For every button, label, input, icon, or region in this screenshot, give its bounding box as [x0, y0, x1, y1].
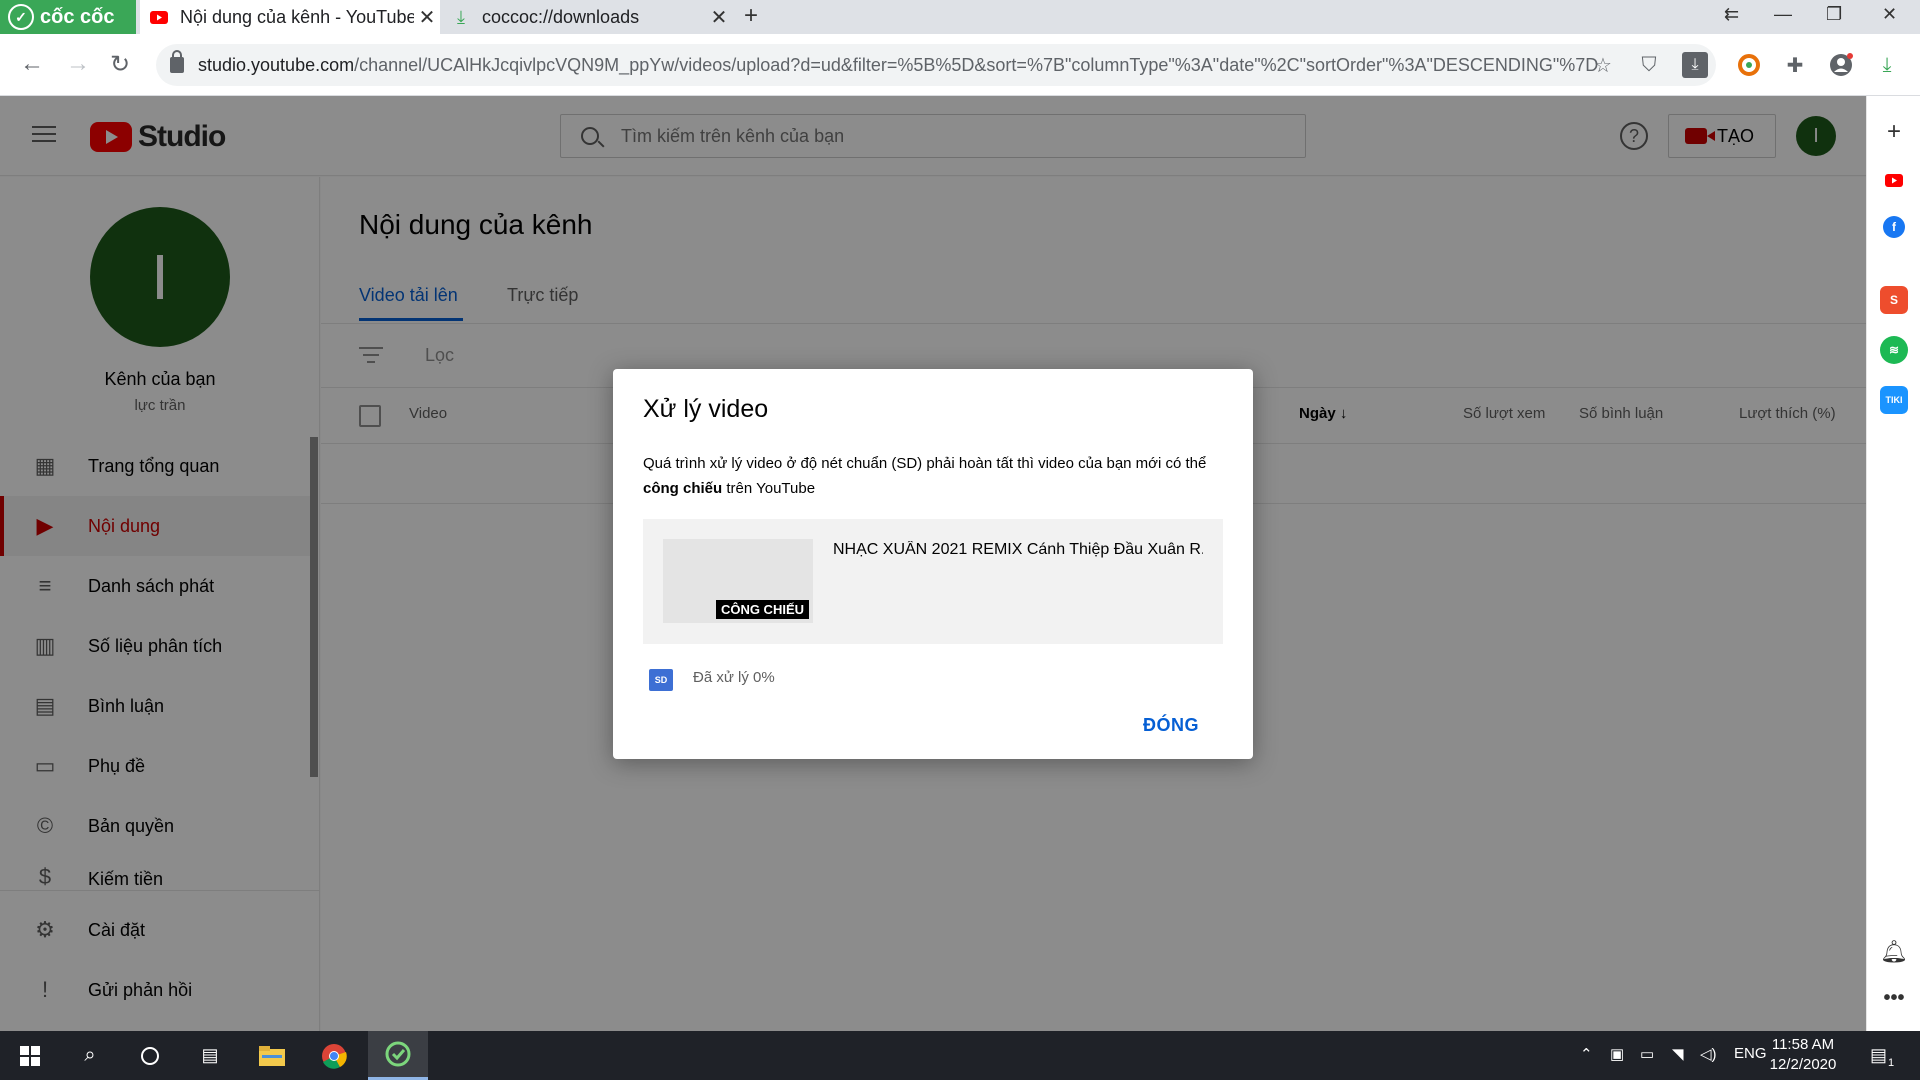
- action-center-icon[interactable]: ▤: [1870, 1045, 1887, 1066]
- dialog-description: Quá trình xử lý video ở độ nét chuẩn (SD…: [643, 451, 1223, 501]
- tab-close-icon[interactable]: ✕: [706, 5, 732, 30]
- coccoc-menu-button[interactable]: ✓ cốc cốc: [0, 0, 136, 34]
- browser-toolbar: ← → ↻ studio.youtube.com/channel/UCAlHkJ…: [0, 34, 1920, 96]
- sd-quality-icon: SD: [649, 669, 673, 691]
- new-tab-button[interactable]: +: [744, 2, 758, 30]
- coccoc-extension-icon[interactable]: [1736, 52, 1762, 78]
- url-host: studio.youtube.com: [198, 54, 355, 75]
- system-clock[interactable]: 11:58 AM 12/2/2020: [1758, 1035, 1848, 1075]
- processing-status: Đã xử lý 0%: [693, 669, 775, 686]
- volume-icon[interactable]: ◁): [1700, 1045, 1717, 1063]
- dialog-desc-part1: Quá trình xử lý video ở độ nét chuẩn (SD…: [643, 455, 1207, 472]
- tab-search-icon[interactable]: ⇇: [1724, 4, 1739, 25]
- tab-title: coccoc://downloads: [482, 6, 640, 27]
- lock-icon: [170, 50, 184, 73]
- show-hidden-icons[interactable]: ⌃: [1580, 1045, 1593, 1063]
- download-video-icon[interactable]: ⤓: [1682, 52, 1708, 78]
- cortana-icon[interactable]: [120, 1031, 180, 1080]
- dialog-desc-part2: trên YouTube: [722, 480, 816, 497]
- start-button[interactable]: [0, 1031, 60, 1080]
- chrome-icon[interactable]: [304, 1031, 364, 1080]
- video-processing-dialog: Xử lý video Quá trình xử lý video ở độ n…: [613, 369, 1253, 759]
- address-bar[interactable]: studio.youtube.com/channel/UCAlHkJcqivlp…: [156, 44, 1716, 86]
- minimize-button[interactable]: —: [1774, 4, 1792, 25]
- notification-count: 1: [1888, 1057, 1895, 1069]
- downloads-icon[interactable]: ⤓: [1874, 52, 1900, 78]
- coccoc-logo-icon: ✓: [8, 4, 34, 30]
- extensions-puzzle-icon[interactable]: ✚: [1782, 52, 1808, 78]
- dialog-title: Xử lý video: [643, 395, 769, 423]
- task-view-icon[interactable]: ▤: [180, 1031, 240, 1080]
- close-window-button[interactable]: ✕: [1882, 4, 1897, 25]
- profile-icon[interactable]: [1828, 52, 1854, 78]
- browser-side-rail: + f S ≋ TIKI 🔔︎ •••: [1866, 96, 1920, 1031]
- browser-brand: cốc cốc: [40, 5, 115, 28]
- close-button[interactable]: ĐÓNG: [1143, 715, 1199, 736]
- youtube-shortcut-icon[interactable]: [1880, 166, 1908, 194]
- video-thumbnail: CÔNG CHIẾU: [663, 539, 813, 623]
- youtube-favicon-icon: [150, 8, 168, 26]
- tab-downloads[interactable]: ⤓ coccoc://downloads ✕: [442, 0, 732, 34]
- shopee-shortcut-icon[interactable]: S: [1880, 286, 1908, 314]
- download-icon: ⤓: [457, 6, 465, 27]
- back-button[interactable]: ←: [20, 50, 44, 78]
- tab-title: Nội dung của kênh - YouTube Studio: [180, 6, 414, 27]
- url-path: /channel/UCAlHkJcqivlpcVQN9M_ppYw/videos…: [354, 54, 1599, 75]
- tab-youtube-studio[interactable]: Nội dung của kênh - YouTube Studio ✕: [140, 0, 440, 34]
- shield-icon[interactable]: ⛉: [1636, 52, 1662, 78]
- tab-close-icon[interactable]: ✕: [414, 5, 440, 30]
- tiki-shortcut-icon[interactable]: TIKI: [1880, 386, 1908, 414]
- more-options-icon[interactable]: •••: [1880, 984, 1908, 1012]
- video-card: CÔNG CHIẾU NHẠC XUÂN 2021 REMIX Cánh Thi…: [643, 519, 1223, 644]
- clock-time: 11:58 AM: [1771, 1036, 1835, 1053]
- dialog-desc-bold: công chiếu: [643, 480, 723, 497]
- network-status-icon[interactable]: ▣: [1610, 1045, 1624, 1063]
- windows-taskbar: ⌕ ▤ ⌃ ▣ ▭ ◥ ◁) ENG 11:58 AM 12/2/2020 ▤ …: [0, 1031, 1920, 1080]
- file-explorer-icon[interactable]: [242, 1031, 302, 1080]
- reload-button[interactable]: ↻: [110, 50, 130, 79]
- maximize-button[interactable]: ❐: [1826, 4, 1842, 25]
- browser-tab-bar: ✓ cốc cốc Nội dung của kênh - YouTube St…: [0, 0, 1920, 34]
- wifi-icon[interactable]: ◥: [1672, 1045, 1684, 1063]
- notifications-bell-icon[interactable]: 🔔︎: [1880, 938, 1908, 966]
- bookmark-star-icon[interactable]: ☆: [1590, 52, 1616, 78]
- premiere-badge: CÔNG CHIẾU: [715, 600, 809, 619]
- spotify-shortcut-icon[interactable]: ≋: [1880, 336, 1908, 364]
- facebook-shortcut-icon[interactable]: f: [1883, 216, 1905, 238]
- coccoc-taskbar-icon[interactable]: [368, 1031, 428, 1080]
- clock-date: 12/2/2020: [1769, 1056, 1837, 1073]
- forward-button[interactable]: →: [66, 50, 90, 78]
- video-title: NHẠC XUÂN 2021 REMIX Cánh Thiệp Đầu Xuân…: [833, 541, 1203, 558]
- add-shortcut-button[interactable]: +: [1880, 118, 1908, 146]
- search-taskbar-icon[interactable]: ⌕: [60, 1031, 120, 1080]
- battery-icon[interactable]: ▭: [1640, 1045, 1654, 1063]
